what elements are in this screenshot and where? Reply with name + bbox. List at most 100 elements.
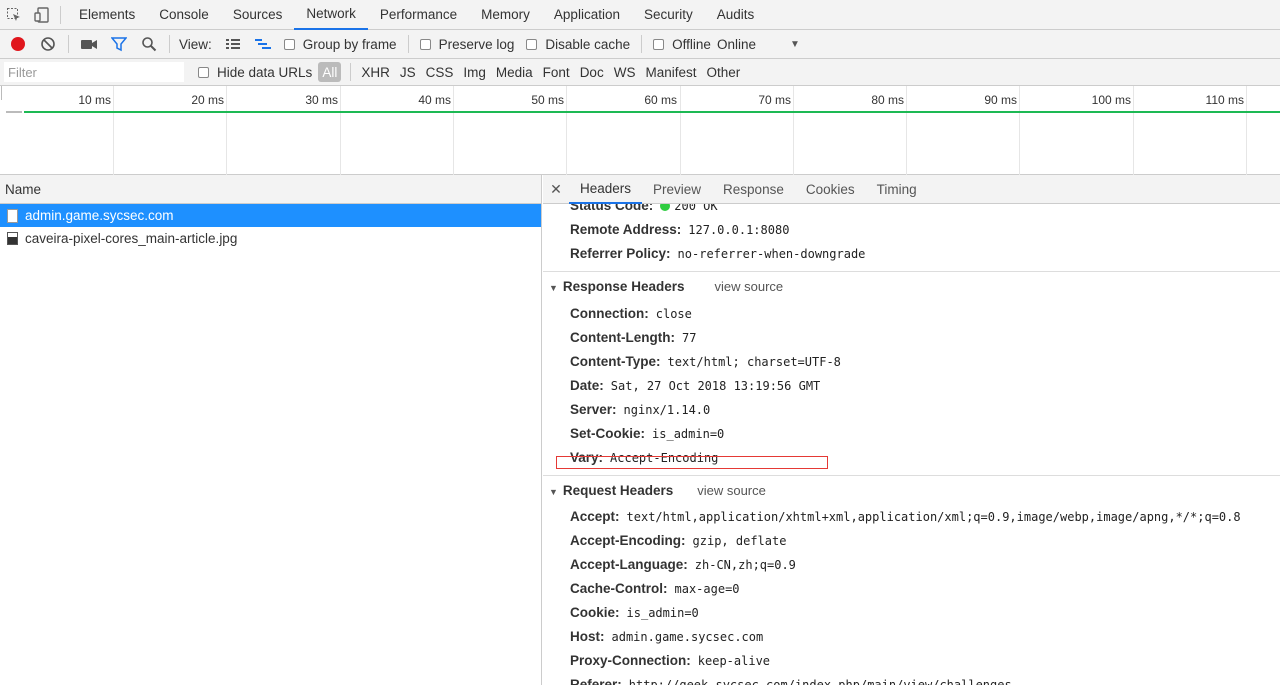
- header-value: 77: [681, 331, 697, 345]
- header-key: Remote Address:: [570, 222, 682, 237]
- filter-type-media[interactable]: Media: [491, 62, 538, 82]
- checkbox-box[interactable]: [653, 38, 665, 50]
- request-row[interactable]: admin.game.sycsec.com: [0, 204, 541, 227]
- toolbar-divider: [641, 35, 643, 53]
- checkbox-box[interactable]: [283, 38, 295, 50]
- overview-gray-bar: [6, 111, 22, 113]
- tab-console[interactable]: Console: [147, 0, 221, 30]
- header-value: is_admin=0: [652, 427, 725, 441]
- header-value: is_admin=0: [626, 606, 699, 620]
- tab-audits[interactable]: Audits: [705, 0, 767, 30]
- set-cookie-highlight-box: [556, 456, 828, 469]
- header-row: Date: Sat, 27 Oct 2018 13:19:56 GMT: [570, 378, 820, 393]
- offline-checkbox[interactable]: Offline: [653, 37, 711, 52]
- preserve-log-checkbox[interactable]: Preserve log: [419, 37, 514, 52]
- overview-start-marker: [1, 86, 2, 100]
- devtools-tab-bar: Elements Console Sources Network Performance…: [0, 0, 1280, 30]
- tab-security[interactable]: Security: [632, 0, 705, 30]
- filter-type-css[interactable]: CSS: [421, 62, 459, 82]
- inspect-element-icon[interactable]: [0, 0, 28, 30]
- header-row: Set-Cookie: is_admin=0: [570, 426, 724, 441]
- hide-data-urls-checkbox[interactable]: Hide data URLs: [198, 65, 312, 80]
- tab-headers[interactable]: Headers: [569, 175, 643, 204]
- filter-icon[interactable]: [104, 30, 134, 58]
- close-icon[interactable]: ✕: [543, 181, 569, 198]
- overview-gridline: [226, 86, 227, 175]
- offline-label: Offline: [672, 36, 711, 52]
- tab-preview[interactable]: Preview: [642, 175, 712, 204]
- view-source-link[interactable]: view source: [697, 483, 766, 498]
- request-headers-section-title[interactable]: ▼ Request Headers view source: [549, 483, 766, 498]
- tab-cookies[interactable]: Cookies: [795, 175, 866, 204]
- large-rows-icon[interactable]: [218, 30, 248, 58]
- group-by-frame-label: Group by frame: [302, 36, 397, 52]
- view-label: View:: [179, 36, 212, 52]
- record-icon[interactable]: [3, 30, 33, 58]
- overview-tick-label: 100 ms: [1091, 93, 1131, 107]
- header-key: Content-Length:: [570, 330, 675, 345]
- clear-icon[interactable]: [33, 30, 63, 58]
- view-source-link[interactable]: view source: [714, 279, 783, 294]
- tab-application[interactable]: Application: [542, 0, 632, 30]
- filter-divider: [350, 63, 352, 81]
- overview-gridline: [1019, 86, 1020, 175]
- header-key: Proxy-Connection:: [570, 653, 691, 668]
- overview-dom-content-loaded-bar: [24, 111, 1280, 113]
- collapse-triangle-icon: ▼: [549, 487, 558, 497]
- header-row: Server: nginx/1.14.0: [570, 402, 710, 417]
- header-row: Accept-Language: zh-CN,zh;q=0.9: [570, 557, 796, 572]
- disable-cache-label: Disable cache: [545, 36, 631, 52]
- header-row: Referer: http://geek.sycsec.com/index.php…: [570, 677, 1012, 685]
- filter-type-xhr[interactable]: XHR: [356, 62, 395, 82]
- filter-type-img[interactable]: Img: [458, 62, 491, 82]
- overview-tick-label: 50 ms: [531, 93, 564, 107]
- filter-input[interactable]: [4, 62, 184, 82]
- group-by-frame-checkbox[interactable]: Group by frame: [283, 36, 397, 52]
- checkbox-box[interactable]: [526, 38, 538, 50]
- tab-timing[interactable]: Timing: [866, 175, 928, 204]
- header-key: Status Code:: [570, 204, 654, 213]
- device-toolbar-icon[interactable]: [28, 0, 56, 30]
- tab-performance[interactable]: Performance: [368, 0, 469, 30]
- waterfall-overview-icon[interactable]: [248, 30, 278, 58]
- filter-type-manifest[interactable]: Manifest: [640, 62, 701, 82]
- detail-tabs: ✕ Headers Preview Response Cookies Timin…: [543, 175, 1280, 204]
- filter-type-all[interactable]: All: [318, 62, 342, 82]
- header-key: Referer:: [570, 677, 622, 685]
- search-icon[interactable]: [134, 30, 164, 58]
- overview-tick-label: 40 ms: [418, 93, 451, 107]
- tab-sources[interactable]: Sources: [221, 0, 295, 30]
- filter-type-other[interactable]: Other: [701, 62, 745, 82]
- toolbar-divider: [407, 35, 409, 53]
- request-detail-panel: ✕ Headers Preview Response Cookies Timin…: [543, 175, 1280, 685]
- image-icon: [7, 232, 18, 245]
- header-value: admin.game.sycsec.com: [611, 630, 764, 644]
- status-ok-dot-icon: [660, 204, 671, 212]
- filter-type-font[interactable]: Font: [538, 62, 575, 82]
- overview-gridline: [1133, 86, 1134, 175]
- headers-view: Status Code: 200 OK Remote Address: 127.0.…: [543, 204, 1280, 685]
- request-name: admin.game.sycsec.com: [25, 208, 174, 223]
- tab-network[interactable]: Network: [294, 0, 368, 30]
- checkbox-box[interactable]: [419, 38, 431, 50]
- header-value: no-referrer-when-downgrade: [677, 247, 866, 261]
- response-headers-section-title[interactable]: ▼ Response Headers view source: [549, 279, 783, 294]
- tab-memory[interactable]: Memory: [469, 0, 542, 30]
- tab-elements[interactable]: Elements: [67, 0, 147, 30]
- screenshot-camera-icon[interactable]: [74, 30, 104, 58]
- panel-tabs: Elements Console Sources Network Performance…: [67, 0, 766, 30]
- response-headers-title: Response Headers: [562, 279, 685, 294]
- filter-type-ws[interactable]: WS: [609, 62, 641, 82]
- filter-type-js[interactable]: JS: [395, 62, 421, 82]
- checkbox-box[interactable]: [198, 66, 209, 78]
- header-key: Referrer Policy:: [570, 246, 671, 261]
- request-row[interactable]: caveira-pixel-cores_main-article.jpg: [0, 227, 541, 250]
- disable-cache-checkbox[interactable]: Disable cache: [526, 37, 630, 52]
- request-name: caveira-pixel-cores_main-article.jpg: [25, 231, 238, 246]
- filter-type-doc[interactable]: Doc: [575, 62, 609, 82]
- overview-tick-label: 30 ms: [305, 93, 338, 107]
- throttle-select[interactable]: Online ▼: [717, 37, 800, 52]
- name-column-header[interactable]: Name: [0, 175, 541, 204]
- header-key: Content-Type:: [570, 354, 661, 369]
- tab-response[interactable]: Response: [712, 175, 795, 204]
